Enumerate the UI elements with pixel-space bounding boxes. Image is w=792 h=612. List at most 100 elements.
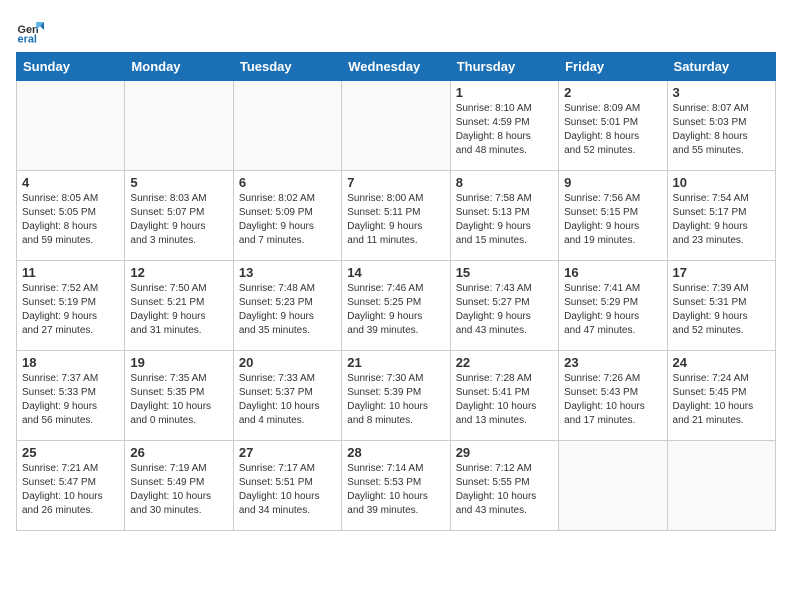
day-number: 3	[673, 85, 770, 100]
calendar-week-row: 25 Sunrise: 7:21 AM Sunset: 5:47 PM Dayli…	[17, 441, 776, 531]
day-number: 2	[564, 85, 661, 100]
day-info: Sunrise: 8:07 AM Sunset: 5:03 PM Dayligh…	[673, 102, 770, 158]
day-number: 27	[239, 445, 336, 460]
day-number: 17	[673, 265, 770, 280]
day-number: 8	[456, 175, 553, 190]
day-number: 25	[22, 445, 119, 460]
calendar-cell: 7 Sunrise: 8:00 AM Sunset: 5:11 PM Daylig…	[342, 171, 450, 261]
day-info: Sunrise: 8:09 AM Sunset: 5:01 PM Dayligh…	[564, 102, 661, 158]
day-number: 20	[239, 355, 336, 370]
weekday-header-wednesday: Wednesday	[342, 53, 450, 81]
calendar-table: SundayMondayTuesdayWednesdayThursdayFrid…	[16, 52, 776, 531]
day-number: 4	[22, 175, 119, 190]
day-info: Sunrise: 8:00 AM Sunset: 5:11 PM Dayligh…	[347, 192, 444, 248]
day-info: Sunrise: 7:17 AM Sunset: 5:51 PM Dayligh…	[239, 462, 336, 518]
calendar-cell: 16 Sunrise: 7:41 AM Sunset: 5:29 PM Dayli…	[559, 261, 667, 351]
weekday-header-tuesday: Tuesday	[233, 53, 341, 81]
calendar-cell: 9Sunrise: 7:56 AM Sunset: 5:15 PM Daylig…	[559, 171, 667, 261]
weekday-header-row: SundayMondayTuesdayWednesdayThursdayFrid…	[17, 53, 776, 81]
calendar-cell	[17, 81, 125, 171]
calendar-cell: 29 Sunrise: 7:12 AM Sunset: 5:55 PM Dayli…	[450, 441, 558, 531]
day-info: Sunrise: 7:35 AM Sunset: 5:35 PM Dayligh…	[130, 372, 227, 428]
weekday-header-friday: Friday	[559, 53, 667, 81]
calendar-week-row: 18 Sunrise: 7:37 AM Sunset: 5:33 PM Dayli…	[17, 351, 776, 441]
day-info: Sunrise: 7:24 AM Sunset: 5:45 PM Dayligh…	[673, 372, 770, 428]
calendar-cell	[667, 441, 775, 531]
day-number: 16	[564, 265, 661, 280]
day-number: 23	[564, 355, 661, 370]
weekday-header-thursday: Thursday	[450, 53, 558, 81]
day-info: Sunrise: 8:05 AM Sunset: 5:05 PM Dayligh…	[22, 192, 119, 248]
day-info: Sunrise: 7:48 AM Sunset: 5:23 PM Dayligh…	[239, 282, 336, 338]
calendar-cell: 25 Sunrise: 7:21 AM Sunset: 5:47 PM Dayli…	[17, 441, 125, 531]
day-number: 11	[22, 265, 119, 280]
calendar-cell: 11 Sunrise: 7:52 AM Sunset: 5:19 PM Dayli…	[17, 261, 125, 351]
calendar-cell	[125, 81, 233, 171]
day-info: Sunrise: 7:41 AM Sunset: 5:29 PM Dayligh…	[564, 282, 661, 338]
calendar-cell: 23 Sunrise: 7:26 AM Sunset: 5:43 PM Dayli…	[559, 351, 667, 441]
calendar-cell: 22Sunrise: 7:28 AM Sunset: 5:41 PM Dayli…	[450, 351, 558, 441]
day-number: 10	[673, 175, 770, 190]
logo: Gen eral	[16, 16, 46, 44]
calendar-cell: 18 Sunrise: 7:37 AM Sunset: 5:33 PM Dayli…	[17, 351, 125, 441]
day-info: Sunrise: 7:43 AM Sunset: 5:27 PM Dayligh…	[456, 282, 553, 338]
day-info: Sunrise: 8:03 AM Sunset: 5:07 PM Dayligh…	[130, 192, 227, 248]
day-number: 26	[130, 445, 227, 460]
weekday-header-monday: Monday	[125, 53, 233, 81]
day-info: Sunrise: 7:46 AM Sunset: 5:25 PM Dayligh…	[347, 282, 444, 338]
calendar-cell: 6 Sunrise: 8:02 AM Sunset: 5:09 PM Daylig…	[233, 171, 341, 261]
logo-icon: Gen eral	[16, 16, 44, 44]
day-number: 24	[673, 355, 770, 370]
day-info: Sunrise: 7:14 AM Sunset: 5:53 PM Dayligh…	[347, 462, 444, 518]
calendar-cell	[342, 81, 450, 171]
day-number: 18	[22, 355, 119, 370]
day-info: Sunrise: 7:56 AM Sunset: 5:15 PM Dayligh…	[564, 192, 661, 248]
day-number: 15	[456, 265, 553, 280]
day-number: 19	[130, 355, 227, 370]
calendar-cell	[559, 441, 667, 531]
calendar-cell: 13Sunrise: 7:48 AM Sunset: 5:23 PM Dayli…	[233, 261, 341, 351]
calendar-cell	[233, 81, 341, 171]
day-number: 14	[347, 265, 444, 280]
day-info: Sunrise: 7:26 AM Sunset: 5:43 PM Dayligh…	[564, 372, 661, 428]
calendar-cell: 24 Sunrise: 7:24 AM Sunset: 5:45 PM Dayli…	[667, 351, 775, 441]
day-info: Sunrise: 7:12 AM Sunset: 5:55 PM Dayligh…	[456, 462, 553, 518]
calendar-week-row: 1 Sunrise: 8:10 AM Sunset: 4:59 PM Daylig…	[17, 81, 776, 171]
day-info: Sunrise: 7:39 AM Sunset: 5:31 PM Dayligh…	[673, 282, 770, 338]
calendar-cell: 1 Sunrise: 8:10 AM Sunset: 4:59 PM Daylig…	[450, 81, 558, 171]
calendar-cell: 12Sunrise: 7:50 AM Sunset: 5:21 PM Dayli…	[125, 261, 233, 351]
day-info: Sunrise: 7:30 AM Sunset: 5:39 PM Dayligh…	[347, 372, 444, 428]
day-info: Sunrise: 8:10 AM Sunset: 4:59 PM Dayligh…	[456, 102, 553, 158]
day-number: 21	[347, 355, 444, 370]
page-header: Gen eral	[16, 16, 776, 44]
day-info: Sunrise: 7:54 AM Sunset: 5:17 PM Dayligh…	[673, 192, 770, 248]
calendar-cell: 14 Sunrise: 7:46 AM Sunset: 5:25 PM Dayli…	[342, 261, 450, 351]
calendar-cell: 21 Sunrise: 7:30 AM Sunset: 5:39 PM Dayli…	[342, 351, 450, 441]
calendar-cell: 27 Sunrise: 7:17 AM Sunset: 5:51 PM Dayli…	[233, 441, 341, 531]
svg-text:eral: eral	[18, 33, 37, 44]
day-number: 6	[239, 175, 336, 190]
calendar-cell: 17 Sunrise: 7:39 AM Sunset: 5:31 PM Dayli…	[667, 261, 775, 351]
calendar-week-row: 11 Sunrise: 7:52 AM Sunset: 5:19 PM Dayli…	[17, 261, 776, 351]
day-info: Sunrise: 8:02 AM Sunset: 5:09 PM Dayligh…	[239, 192, 336, 248]
day-info: Sunrise: 7:21 AM Sunset: 5:47 PM Dayligh…	[22, 462, 119, 518]
day-info: Sunrise: 7:37 AM Sunset: 5:33 PM Dayligh…	[22, 372, 119, 428]
weekday-header-sunday: Sunday	[17, 53, 125, 81]
calendar-cell: 26Sunrise: 7:19 AM Sunset: 5:49 PM Dayli…	[125, 441, 233, 531]
calendar-cell: 2 Sunrise: 8:09 AM Sunset: 5:01 PM Daylig…	[559, 81, 667, 171]
calendar-cell: 15 Sunrise: 7:43 AM Sunset: 5:27 PM Dayli…	[450, 261, 558, 351]
day-number: 28	[347, 445, 444, 460]
calendar-week-row: 4 Sunrise: 8:05 AM Sunset: 5:05 PM Daylig…	[17, 171, 776, 261]
day-number: 7	[347, 175, 444, 190]
day-number: 29	[456, 445, 553, 460]
calendar-cell: 28 Sunrise: 7:14 AM Sunset: 5:53 PM Dayli…	[342, 441, 450, 531]
calendar-cell: 4 Sunrise: 8:05 AM Sunset: 5:05 PM Daylig…	[17, 171, 125, 261]
day-number: 1	[456, 85, 553, 100]
day-info: Sunrise: 7:50 AM Sunset: 5:21 PM Dayligh…	[130, 282, 227, 338]
day-info: Sunrise: 7:52 AM Sunset: 5:19 PM Dayligh…	[22, 282, 119, 338]
day-info: Sunrise: 7:33 AM Sunset: 5:37 PM Dayligh…	[239, 372, 336, 428]
calendar-cell: 5 Sunrise: 8:03 AM Sunset: 5:07 PM Daylig…	[125, 171, 233, 261]
day-number: 22	[456, 355, 553, 370]
day-number: 5	[130, 175, 227, 190]
calendar-cell: 10 Sunrise: 7:54 AM Sunset: 5:17 PM Dayli…	[667, 171, 775, 261]
